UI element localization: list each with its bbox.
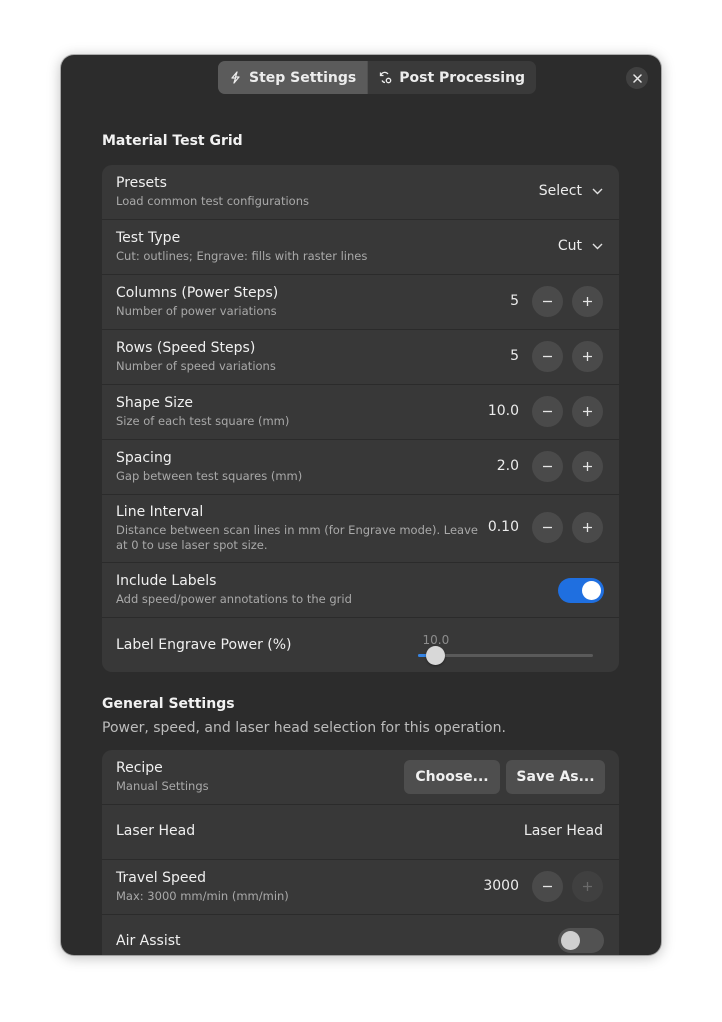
columns-value[interactable]: 5 (510, 293, 519, 309)
row-title: Travel Speed (116, 870, 206, 886)
label-power-row: Label Engrave Power (%) 10.0 (102, 618, 619, 672)
air-assist-row: Air Assist (102, 915, 619, 955)
chevron-down-icon (592, 243, 603, 249)
material-section-title: Material Test Grid (102, 133, 243, 149)
step-icon (231, 71, 240, 84)
row-subtitle: Manual Settings (116, 779, 209, 793)
plus-icon (583, 407, 592, 416)
row-title: Recipe (116, 760, 163, 776)
row-subtitle: Cut: outlines; Engrave: fills with raste… (116, 249, 368, 263)
chevron-down-icon (592, 188, 603, 194)
slider-handle[interactable] (426, 646, 445, 665)
plus-icon (583, 462, 592, 471)
row-title: Shape Size (116, 395, 194, 411)
tab-label: Step Settings (249, 69, 357, 86)
row-subtitle: Load common test configurations (116, 194, 310, 208)
line-interval-decrement-button[interactable] (532, 512, 563, 543)
travel-speed-decrement-button[interactable] (532, 871, 563, 902)
slider-value-label: 10.0 (422, 633, 450, 647)
air-assist-switch[interactable] (558, 928, 604, 953)
general-section-title: General Settings (102, 696, 235, 712)
switch-knob (582, 581, 601, 600)
spacing-decrement-button[interactable] (532, 451, 563, 482)
include-labels-switch[interactable] (558, 578, 604, 603)
tab-post-processing[interactable]: Post Processing (367, 61, 536, 94)
general-settings-card: Recipe Manual Settings Choose... Save As… (102, 750, 619, 955)
close-icon (632, 73, 642, 83)
choose-recipe-button[interactable]: Choose... (404, 760, 500, 794)
recipe-row: Recipe Manual Settings Choose... Save As… (102, 750, 619, 805)
shape-size-increment-button[interactable] (572, 396, 603, 427)
columns-increment-button[interactable] (572, 286, 603, 317)
rows-row: Rows (Speed Steps) Number of speed varia… (102, 330, 619, 385)
presets-row[interactable]: Presets Load common test configurations … (102, 165, 619, 220)
minus-icon (543, 885, 552, 888)
row-title: Laser Head (116, 823, 196, 839)
close-button[interactable] (626, 67, 648, 89)
row-subtitle: Gap between test squares (mm) (116, 469, 303, 483)
minus-icon (543, 300, 552, 303)
row-title: Spacing (116, 450, 172, 466)
label-power-slider[interactable]: 10.0 (418, 633, 593, 665)
shape-size-decrement-button[interactable] (532, 396, 563, 427)
minus-icon (543, 355, 552, 358)
row-subtitle: Number of power variations (116, 304, 277, 318)
row-title: Air Assist (116, 933, 181, 949)
minus-icon (543, 526, 552, 529)
rows-value[interactable]: 5 (510, 348, 519, 364)
rows-increment-button[interactable] (572, 341, 603, 372)
tab-step-settings[interactable]: Step Settings (218, 61, 368, 94)
save-recipe-button[interactable]: Save As... (506, 760, 605, 794)
laser-head-value[interactable]: Laser Head (524, 823, 603, 839)
spacing-row: Spacing Gap between test squares (mm) 2.… (102, 440, 619, 495)
general-section-description: Power, speed, and laser head selection f… (102, 720, 506, 736)
laser-head-row[interactable]: Laser Head Laser Head (102, 805, 619, 860)
row-title: Include Labels (116, 573, 217, 589)
row-title: Rows (Speed Steps) (116, 340, 256, 356)
plus-icon (583, 523, 592, 532)
travel-speed-increment-button[interactable] (572, 871, 603, 902)
dropdown-value: Cut (557, 238, 582, 254)
columns-decrement-button[interactable] (532, 286, 563, 317)
test-type-row[interactable]: Test Type Cut: outlines; Engrave: fills … (102, 220, 619, 275)
row-subtitle: Number of speed variations (116, 359, 276, 373)
columns-row: Columns (Power Steps) Number of power va… (102, 275, 619, 330)
minus-icon (543, 410, 552, 413)
minus-icon (543, 465, 552, 468)
spacing-increment-button[interactable] (572, 451, 603, 482)
include-labels-row: Include Labels Add speed/power annotatio… (102, 563, 619, 618)
switch-knob (561, 931, 580, 950)
shape-size-row: Shape Size Size of each test square (mm)… (102, 385, 619, 440)
travel-speed-row: Travel Speed Max: 3000 mm/min (mm/min) 3… (102, 860, 619, 915)
presets-dropdown[interactable]: Select (539, 183, 603, 199)
rows-decrement-button[interactable] (532, 341, 563, 372)
test-type-dropdown[interactable]: Cut (558, 238, 603, 254)
row-title: Line Interval (116, 504, 204, 520)
settings-dialog: Step Settings Post Processing Material T… (61, 55, 661, 955)
line-interval-increment-button[interactable] (572, 512, 603, 543)
tab-label: Post Processing (399, 69, 526, 86)
material-test-card: Presets Load common test configurations … (102, 165, 619, 672)
plus-icon (583, 882, 592, 891)
view-switcher: Step Settings Post Processing (218, 61, 537, 94)
row-subtitle: Size of each test square (mm) (116, 414, 290, 428)
line-interval-row: Line Interval Distance between scan line… (102, 495, 619, 563)
row-title: Columns (Power Steps) (116, 285, 279, 301)
line-interval-value[interactable]: 0.10 (488, 519, 519, 535)
post-processing-icon (380, 71, 392, 84)
row-title: Label Engrave Power (%) (116, 637, 292, 653)
row-title: Test Type (116, 230, 181, 246)
travel-speed-value[interactable]: 3000 (483, 878, 519, 894)
row-subtitle: Add speed/power annotations to the grid (116, 592, 352, 606)
plus-icon (583, 352, 592, 361)
dropdown-value: Select (538, 183, 582, 199)
row-subtitle: Max: 3000 mm/min (mm/min) (116, 889, 289, 903)
plus-icon (583, 297, 592, 306)
shape-size-value[interactable]: 10.0 (488, 403, 519, 419)
row-subtitle: Distance between scan lines in mm (for E… (116, 523, 478, 552)
row-title: Presets (116, 175, 167, 191)
spacing-value[interactable]: 2.0 (497, 458, 519, 474)
